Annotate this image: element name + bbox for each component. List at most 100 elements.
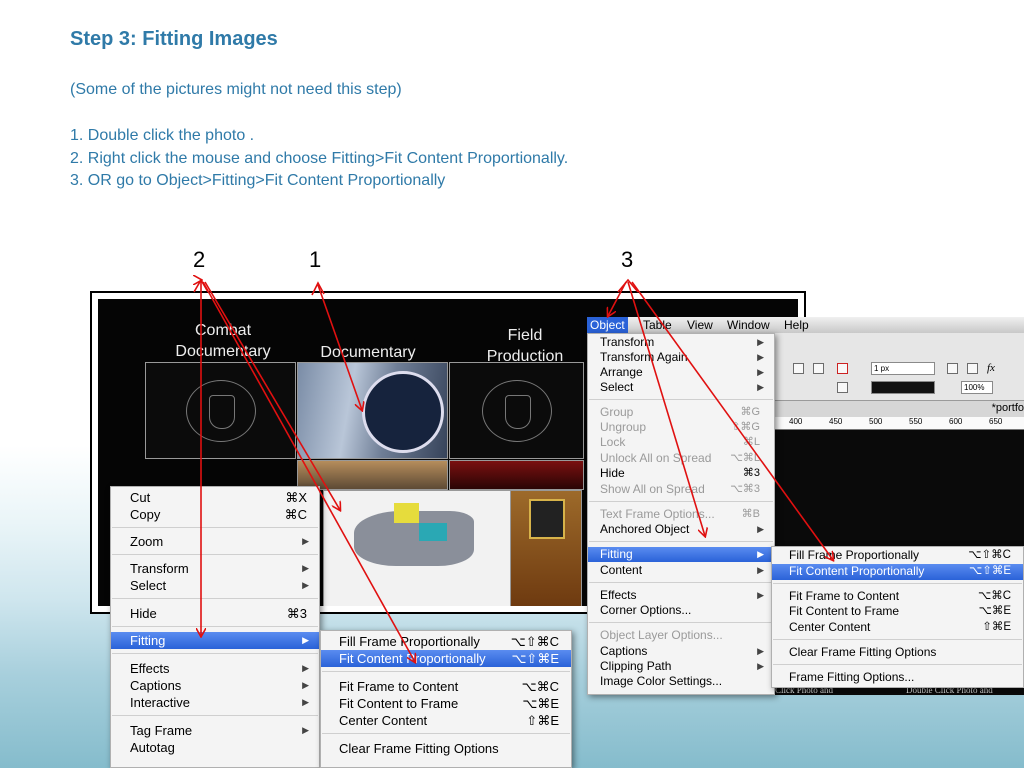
object-menu-fitting[interactable]: Fitting ▶ — [588, 547, 774, 563]
marine-emblem-icon — [481, 379, 552, 442]
menu-item-cut[interactable]: Cut ⌘X — [111, 489, 319, 506]
object-menu-unlock-all[interactable]: Unlock All on Spread ⌥⌘L — [588, 451, 774, 466]
object-menu-ungroup[interactable]: Ungroup ⇧⌘G — [588, 420, 774, 435]
opacity-input[interactable]: 100% — [961, 381, 993, 394]
menubar-help[interactable]: Help — [784, 317, 809, 333]
menu-item-fitting[interactable]: Fitting ▶ — [111, 632, 319, 649]
object-menu-effects[interactable]: Effects ▶ — [588, 588, 774, 603]
photo-frame-kitchen[interactable] — [297, 362, 448, 459]
menu-item-select[interactable]: Select ▶ — [111, 577, 319, 594]
object-menu-hide[interactable]: Hide ⌘3 — [588, 466, 774, 481]
menu-separator — [589, 399, 773, 400]
column-heading-field: Field Production — [486, 327, 564, 365]
slide-note: (Some of the pictures might not need thi… — [70, 81, 402, 98]
object-menu-object-layer-options[interactable]: Object Layer Options... — [588, 628, 774, 643]
object-fitting-submenu: Fill Frame Proportionally ⌥⇧⌘C Fit Conten… — [771, 546, 1024, 688]
step-1: 1. Double click the photo . — [70, 127, 255, 144]
menu-separator — [589, 541, 773, 542]
stroke-swatch-icon[interactable] — [837, 382, 848, 393]
menu-separator — [589, 582, 773, 583]
photo-frame-emblem-1[interactable] — [145, 362, 296, 459]
submenu-item-fit-content-to-frame[interactable]: Fit Content to Frame ⌥⌘E — [321, 695, 571, 712]
submenu-item-clear-frame-fitting-options[interactable]: Clear Frame Fitting Options — [321, 740, 571, 757]
reference-point-icon[interactable] — [793, 363, 804, 374]
horizontal-ruler: 400 450 500 550 600 650 — [775, 417, 1024, 430]
ruler-tick-label: 550 — [909, 417, 923, 426]
step-2: 2. Right click the mouse and choose Fitt… — [70, 149, 569, 167]
control-panel: 1 px 100% fx — [775, 333, 1024, 401]
object-menu-arrange[interactable]: Arrange ▶ — [588, 365, 774, 380]
fill-swatch-icon[interactable] — [837, 363, 848, 374]
object-menu-clipping-path[interactable]: Clipping Path ▶ — [588, 659, 774, 674]
fitting-submenu: Fill Frame Proportionally ⌥⇧⌘C Fit Conten… — [320, 630, 572, 768]
stroke-weight-input[interactable]: 1 px — [871, 362, 935, 375]
object-submenu-fit-content-proportionally[interactable]: Fit Content Proportionally ⌥⇧⌘E — [772, 564, 1023, 580]
object-submenu-frame-fitting-options[interactable]: Frame Fitting Options... — [772, 670, 1023, 686]
object-menu-show-all[interactable]: Show All on Spread ⌥⌘3 — [588, 482, 774, 497]
menubar-table[interactable]: Table — [643, 317, 672, 333]
object-menu-corner-options[interactable]: Corner Options... — [588, 603, 774, 618]
menu-separator — [112, 715, 318, 716]
map-region — [419, 523, 447, 541]
object-menu-group[interactable]: Group ⌘G — [588, 405, 774, 420]
object-submenu-fit-frame-to-content[interactable]: Fit Frame to Content ⌥⌘C — [772, 589, 1023, 605]
menu-separator — [773, 583, 1022, 584]
menu-separator — [589, 622, 773, 623]
drop-shadow-icon[interactable] — [967, 363, 978, 374]
menu-item-hide[interactable]: Hide ⌘3 — [111, 605, 319, 622]
object-menu: Transform ▶ Transform Again ▶ Arrange ▶ Sel… — [587, 333, 775, 695]
menu-separator — [773, 664, 1022, 665]
object-submenu-center-content[interactable]: Center Content ⇧⌘E — [772, 620, 1023, 636]
ruler-tick-label: 450 — [829, 417, 843, 426]
menu-item-copy[interactable]: Copy ⌘C — [111, 506, 319, 523]
object-submenu-fit-content-to-frame[interactable]: Fit Content to Frame ⌥⌘E — [772, 604, 1023, 620]
menu-item-zoom[interactable]: Zoom ▶ — [111, 533, 319, 550]
object-menu-anchored-object[interactable]: Anchored Object ▶ — [588, 522, 774, 537]
menu-item-autotag[interactable]: Autotag — [111, 739, 319, 756]
menubar-window[interactable]: Window — [727, 317, 770, 333]
object-menu-content[interactable]: Content ▶ — [588, 563, 774, 578]
photo-frame-map[interactable] — [323, 490, 513, 606]
photo-frame-seal[interactable] — [510, 490, 582, 606]
menu-separator — [112, 653, 318, 654]
label-1: 1 — [309, 247, 322, 272]
submenu-item-fill-frame-proportionally[interactable]: Fill Frame Proportionally ⌥⇧⌘C — [321, 633, 571, 650]
document-tab-bar: *portfo — [775, 401, 1024, 417]
steps-list: 1. Double click the photo . 2. Right cli… — [70, 125, 568, 193]
object-menu-lock[interactable]: Lock ⌘L — [588, 435, 774, 450]
central-kitchen-logo — [362, 371, 444, 453]
step-3: 3. OR go to Object>Fitting>Fit Content P… — [70, 172, 446, 189]
ruler-tick-label: 600 — [949, 417, 963, 426]
menubar-object[interactable]: Object — [587, 317, 628, 333]
text-wrap-icon[interactable] — [947, 363, 958, 374]
stroke-type-select[interactable] — [871, 381, 935, 394]
object-menu-text-frame-options[interactable]: Text Frame Options... ⌘B — [588, 507, 774, 522]
object-menu-transform[interactable]: Transform ▶ — [588, 335, 774, 350]
menu-item-interactive[interactable]: Interactive ▶ — [111, 694, 319, 711]
menu-separator — [112, 527, 318, 528]
object-menu-transform-again[interactable]: Transform Again ▶ — [588, 350, 774, 365]
fx-icon[interactable]: fx — [987, 363, 998, 374]
submenu-item-fit-frame-to-content[interactable]: Fit Frame to Content ⌥⌘C — [321, 678, 571, 695]
column-heading-documentary: Documentary — [320, 344, 416, 361]
object-menu-image-color-settings[interactable]: Image Color Settings... — [588, 674, 774, 689]
object-submenu-clear-frame-fitting-options[interactable]: Clear Frame Fitting Options — [772, 645, 1023, 661]
object-submenu-fill-frame-proportionally[interactable]: Fill Frame Proportionally ⌥⇧⌘C — [772, 548, 1023, 564]
document-tab[interactable]: *portfo — [992, 402, 1024, 414]
menu-item-captions[interactable]: Captions ▶ — [111, 677, 319, 694]
menu-item-tag-frame[interactable]: Tag Frame ▶ — [111, 722, 319, 739]
app-menubar: Object Table View Window Help — [587, 317, 1024, 333]
menubar-view[interactable]: View — [687, 317, 713, 333]
menu-item-transform[interactable]: Transform ▶ — [111, 560, 319, 577]
object-menu-select[interactable]: Select ▶ — [588, 380, 774, 395]
submenu-item-center-content[interactable]: Center Content ⇧⌘E — [321, 712, 571, 729]
menu-separator — [773, 639, 1022, 640]
photo-frame-emblem-2[interactable] — [449, 362, 584, 459]
photo-frame-red[interactable] — [449, 460, 584, 490]
column-heading-combat: Combat Documentary — [175, 322, 271, 360]
menu-item-effects[interactable]: Effects ▶ — [111, 660, 319, 677]
flip-icon[interactable] — [813, 363, 824, 374]
object-menu-captions[interactable]: Captions ▶ — [588, 644, 774, 659]
submenu-item-fit-content-proportionally[interactable]: Fit Content Proportionally ⌥⇧⌘E — [321, 650, 571, 667]
ruler-tick-label: 500 — [869, 417, 883, 426]
